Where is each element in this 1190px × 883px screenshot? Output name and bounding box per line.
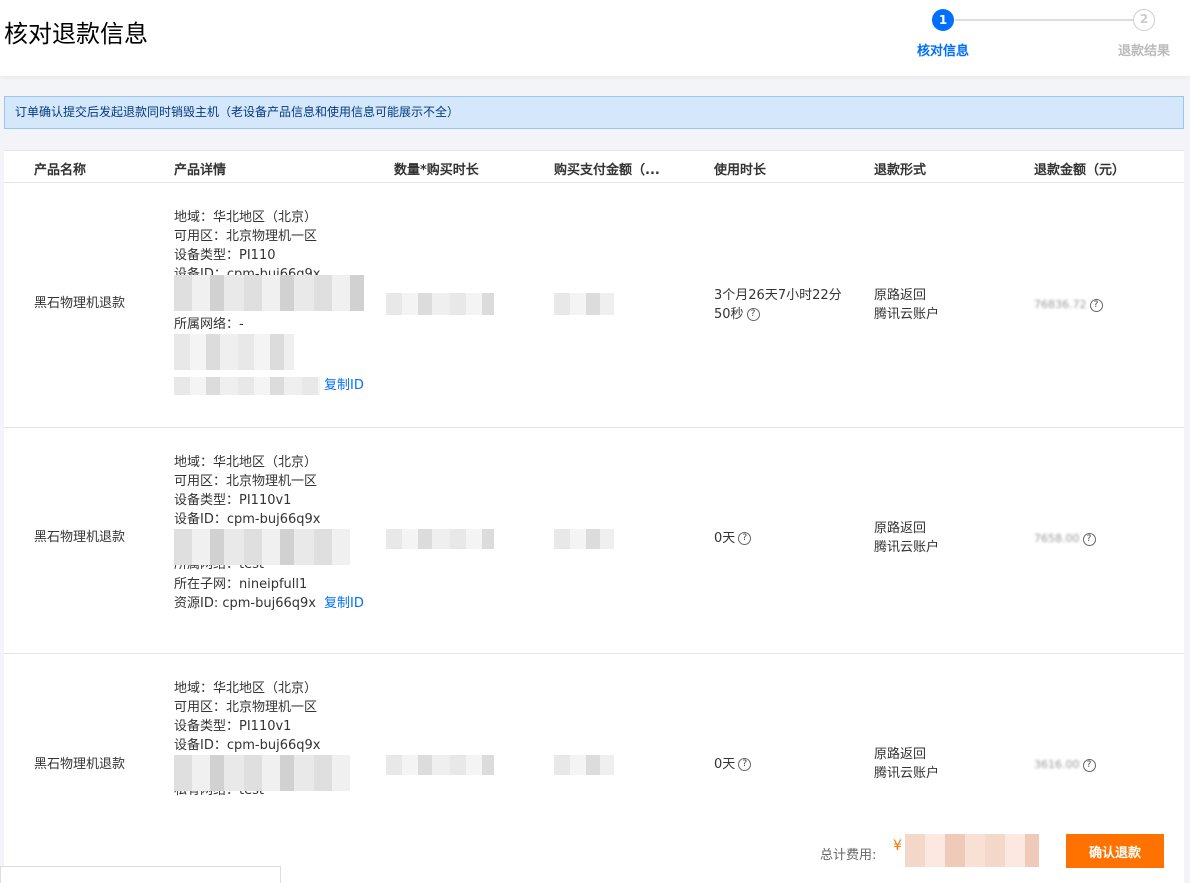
redacted-area: [174, 275, 364, 311]
refund-amount-value: 7658.00: [1034, 532, 1080, 545]
redacted-total: [905, 834, 1039, 867]
quantity-duration: [386, 293, 494, 315]
refund-method: 原路返回 腾讯云账户: [874, 286, 939, 324]
usage-duration: 3个月26天7小时22分 50秒?: [714, 286, 842, 324]
detail-zone: 可用区：北京物理机一区: [174, 474, 318, 489]
detail-device-id: 设备ID：cpm-buj66q9x: [174, 512, 321, 527]
redacted-area: [554, 529, 614, 549]
refund-amount: 3616.00?: [1034, 755, 1096, 774]
refund-method-line: 原路返回: [874, 288, 927, 303]
column-header: 退款金额（元）: [1034, 163, 1126, 178]
detail-device-type: 设备类型：PI110: [174, 248, 276, 263]
step-label: 核对信息: [916, 44, 969, 59]
help-icon[interactable]: ?: [738, 532, 752, 545]
refund-method: 原路返回 腾讯云账户: [874, 519, 939, 557]
detail-resource-id: 资源ID: cpm-buj66q9x: [174, 596, 316, 611]
column-header: 产品详情: [174, 163, 227, 178]
detail-network: 所属网络：-: [174, 317, 244, 332]
product-details: 地域：华北地区（北京） 可用区：北京物理机一区 设备类型：PI110 设备ID：…: [174, 208, 374, 395]
redacted-area: [174, 334, 294, 370]
usage-line: 3个月26天7小时22分: [714, 288, 842, 303]
detail-device-type: 设备类型：PI110v1: [174, 719, 292, 734]
quantity-duration: [386, 755, 494, 775]
page-header: 核对退款信息: [0, 0, 1190, 76]
step-refund-result: 2 退款结果: [1104, 9, 1184, 59]
help-icon[interactable]: ?: [746, 308, 760, 321]
currency-symbol: ¥: [893, 838, 902, 854]
help-icon[interactable]: ?: [1089, 298, 1103, 312]
detail-zone: 可用区：北京物理机一区: [174, 700, 318, 715]
help-icon[interactable]: ?: [1082, 532, 1096, 546]
copy-id-link[interactable]: 复制ID: [324, 378, 364, 393]
column-header: 产品名称: [34, 163, 87, 178]
detail-network: 所属网络：test: [174, 565, 374, 575]
redacted-area: [386, 293, 494, 315]
refund-amount: 7658.00?: [1034, 529, 1096, 548]
paid-amount: [554, 293, 614, 315]
redacted-area: [554, 293, 614, 315]
table-row: 黑石物理机退款 地域：华北地区（北京） 可用区：北京物理机一区 设备类型：PI1…: [4, 428, 1184, 654]
redacted-area: [174, 376, 320, 395]
refund-method-line: 腾讯云账户: [874, 766, 940, 781]
usage-line: 50秒: [714, 307, 744, 322]
bottom-panel-edge: [0, 866, 281, 883]
help-icon[interactable]: ?: [1082, 758, 1096, 772]
redacted-area: [386, 529, 494, 549]
step-label: 退款结果: [1117, 44, 1170, 59]
table-header: 产品名称 产品详情 数量*购买时长 购买支付金额（... 使用时长 退款形式 退…: [4, 151, 1184, 183]
usage-duration: 0天?: [714, 529, 752, 548]
refund-method-line: 原路返回: [874, 747, 927, 762]
step-verify-info: 1 核对信息: [903, 9, 983, 59]
confirm-refund-button[interactable]: 确认退款: [1066, 834, 1164, 868]
usage-value: 0天: [714, 531, 736, 546]
refund-amount: 76836.72?: [1034, 295, 1103, 314]
redacted-area: [174, 529, 350, 565]
detail-device-id: 设备ID：cpm-buj66q9x: [174, 267, 321, 275]
redacted-area: [386, 755, 494, 775]
refund-method: 原路返回 腾讯云账户: [874, 745, 939, 783]
product-details: 地域：华北地区（北京） 可用区：北京物理机一区 设备类型：PI110v1 设备I…: [174, 453, 374, 613]
paid-amount: [554, 755, 614, 775]
product-name: 黑石物理机退款: [34, 530, 126, 545]
column-header: 使用时长: [714, 163, 767, 178]
product-name: 黑石物理机退款: [34, 757, 126, 772]
redacted-area: [174, 755, 350, 791]
refund-table: 产品名称 产品详情 数量*购买时长 购买支付金额（... 使用时长 退款形式 退…: [4, 150, 1184, 883]
refund-method-line: 腾讯云账户: [874, 307, 940, 322]
detail-network: 私有网络：test: [174, 791, 374, 801]
detail-region: 地域：华北地区（北京）: [174, 455, 318, 470]
column-header: 数量*购买时长: [394, 163, 479, 178]
paid-amount: [554, 529, 614, 549]
detail-device-id: 设备ID：cpm-buj66q9x: [174, 738, 321, 753]
info-notice: 订单确认提交后发起退款同时销毁主机（老设备产品信息和使用信息可能展示不全）: [4, 96, 1184, 129]
product-details: 地域：华北地区（北京） 可用区：北京物理机一区 设备类型：PI110v1 设备I…: [174, 679, 374, 801]
detail-zone: 可用区：北京物理机一区: [174, 229, 318, 244]
copy-id-link[interactable]: 复制ID: [324, 596, 364, 611]
usage-value: 0天: [714, 757, 736, 772]
refund-method-line: 原路返回: [874, 521, 927, 536]
detail-device-type: 设备类型：PI110v1: [174, 493, 292, 508]
usage-duration: 0天?: [714, 755, 752, 774]
detail-subnet: 所在子网：nineipfull1: [174, 577, 308, 592]
product-name: 黑石物理机退款: [34, 296, 126, 311]
column-header: 购买支付金额（...: [554, 163, 660, 178]
redacted-area: [554, 755, 614, 775]
page-title: 核对退款信息: [4, 20, 148, 48]
refund-amount-value: 3616.00: [1034, 758, 1080, 771]
detail-region: 地域：华北地区（北京）: [174, 681, 318, 696]
total-label: 总计费用:: [820, 848, 877, 863]
quantity-duration: [386, 529, 494, 549]
refund-amount-value: 76836.72: [1034, 298, 1087, 311]
detail-region: 地域：华北地区（北京）: [174, 210, 318, 225]
table-row: 黑石物理机退款 地域：华北地区（北京） 可用区：北京物理机一区 设备类型：PI1…: [4, 183, 1184, 428]
refund-method-line: 腾讯云账户: [874, 540, 940, 555]
column-header: 退款形式: [874, 163, 927, 178]
step-number: 1: [932, 9, 954, 31]
step-number: 2: [1133, 9, 1155, 31]
help-icon[interactable]: ?: [738, 758, 752, 771]
